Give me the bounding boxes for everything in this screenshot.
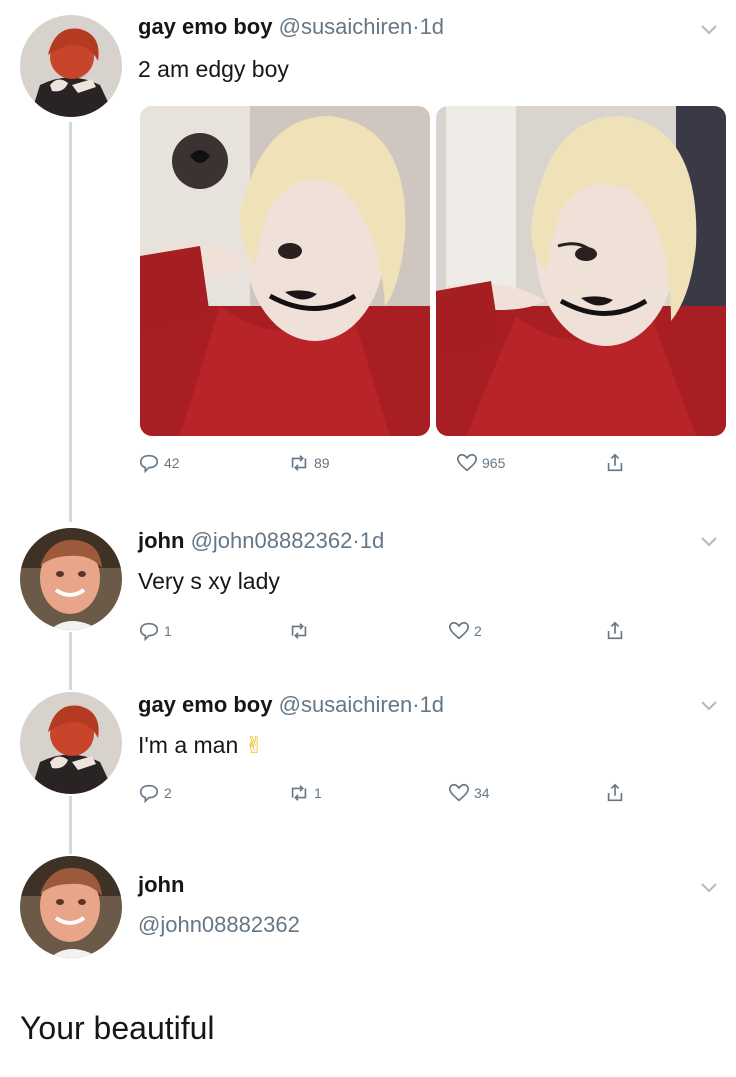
retweet-icon (291, 623, 307, 639)
reply-count: 1 (164, 623, 172, 639)
reply-count: 2 (164, 785, 172, 801)
tweet-header: gay emo boy @susaichiren·1d (138, 14, 444, 40)
avatar[interactable] (20, 856, 122, 958)
timestamp[interactable]: 1d (420, 14, 444, 39)
reply-button[interactable]: 42 (138, 452, 180, 474)
tweet-text-content: I'm a man (138, 732, 239, 758)
user-handle[interactable]: @susaichiren (279, 14, 413, 39)
share-icon (607, 783, 623, 802)
chevron-down-icon[interactable] (700, 882, 718, 894)
victory-hand-emoji: ✌ (244, 732, 264, 758)
retweet-icon (291, 455, 307, 471)
focused-tweet-name: john (138, 872, 184, 898)
reply-icon (139, 784, 159, 804)
share-button[interactable] (604, 452, 626, 474)
separator-dot: · (352, 528, 360, 553)
reply-icon (139, 454, 159, 474)
tweet-actions: 2 1 34 (138, 782, 638, 812)
tweet-photo[interactable] (140, 106, 430, 436)
avatar[interactable] (20, 528, 122, 630)
display-name[interactable]: gay emo boy (138, 14, 272, 39)
like-icon (449, 783, 469, 802)
timestamp[interactable]: 1d (360, 528, 384, 553)
like-icon (449, 621, 469, 640)
display-name[interactable]: john (138, 872, 184, 897)
like-count: 965 (482, 455, 506, 471)
like-count: 34 (474, 785, 490, 801)
share-icon (607, 453, 623, 472)
retweet-button[interactable] (288, 620, 314, 642)
thread-line (69, 632, 72, 690)
like-button[interactable]: 34 (448, 782, 490, 804)
like-button[interactable]: 2 (448, 620, 482, 642)
user-handle[interactable]: @john08882362 (191, 528, 353, 553)
user-handle[interactable]: @susaichiren (279, 692, 413, 717)
display-name[interactable]: john (138, 528, 184, 553)
tweet-actions: 1 2 (138, 620, 638, 650)
tweet-text: 2 am edgy boy (138, 56, 289, 82)
tweet-text: Very s xy lady (138, 568, 280, 594)
tweet-photo[interactable] (436, 106, 726, 436)
chevron-down-icon[interactable] (700, 24, 718, 36)
user-handle[interactable]: @john08882362 (138, 912, 300, 938)
like-icon (457, 453, 477, 472)
tweet-text: I'm a man ✌ (138, 732, 264, 759)
avatar[interactable] (20, 692, 122, 794)
avatar[interactable] (20, 15, 122, 117)
focused-tweet-text: Your beautiful (20, 1010, 215, 1046)
reply-button[interactable]: 1 (138, 620, 172, 642)
reply-count: 42 (164, 455, 180, 471)
retweet-count: 89 (314, 455, 330, 471)
like-button[interactable]: 965 (456, 452, 505, 474)
retweet-button[interactable]: 89 (288, 452, 330, 474)
share-icon (607, 621, 623, 640)
separator-dot: · (412, 14, 420, 39)
retweet-count: 1 (314, 785, 322, 801)
tweet-header: gay emo boy @susaichiren·1d (138, 692, 444, 718)
tweet-header: john @john08882362·1d (138, 528, 384, 554)
share-button[interactable] (604, 620, 626, 642)
separator-dot: · (412, 692, 420, 717)
thread-line (69, 122, 72, 522)
tweet-actions: 42 89 965 (138, 452, 638, 482)
share-button[interactable] (604, 782, 626, 804)
retweet-button[interactable]: 1 (288, 782, 322, 804)
like-count: 2 (474, 623, 482, 639)
thread-line (69, 796, 72, 854)
timestamp[interactable]: 1d (420, 692, 444, 717)
reply-icon (139, 622, 159, 642)
retweet-icon (291, 785, 307, 801)
display-name[interactable]: gay emo boy (138, 692, 272, 717)
reply-button[interactable]: 2 (138, 782, 172, 804)
chevron-down-icon[interactable] (700, 700, 718, 712)
chevron-down-icon[interactable] (700, 536, 718, 548)
